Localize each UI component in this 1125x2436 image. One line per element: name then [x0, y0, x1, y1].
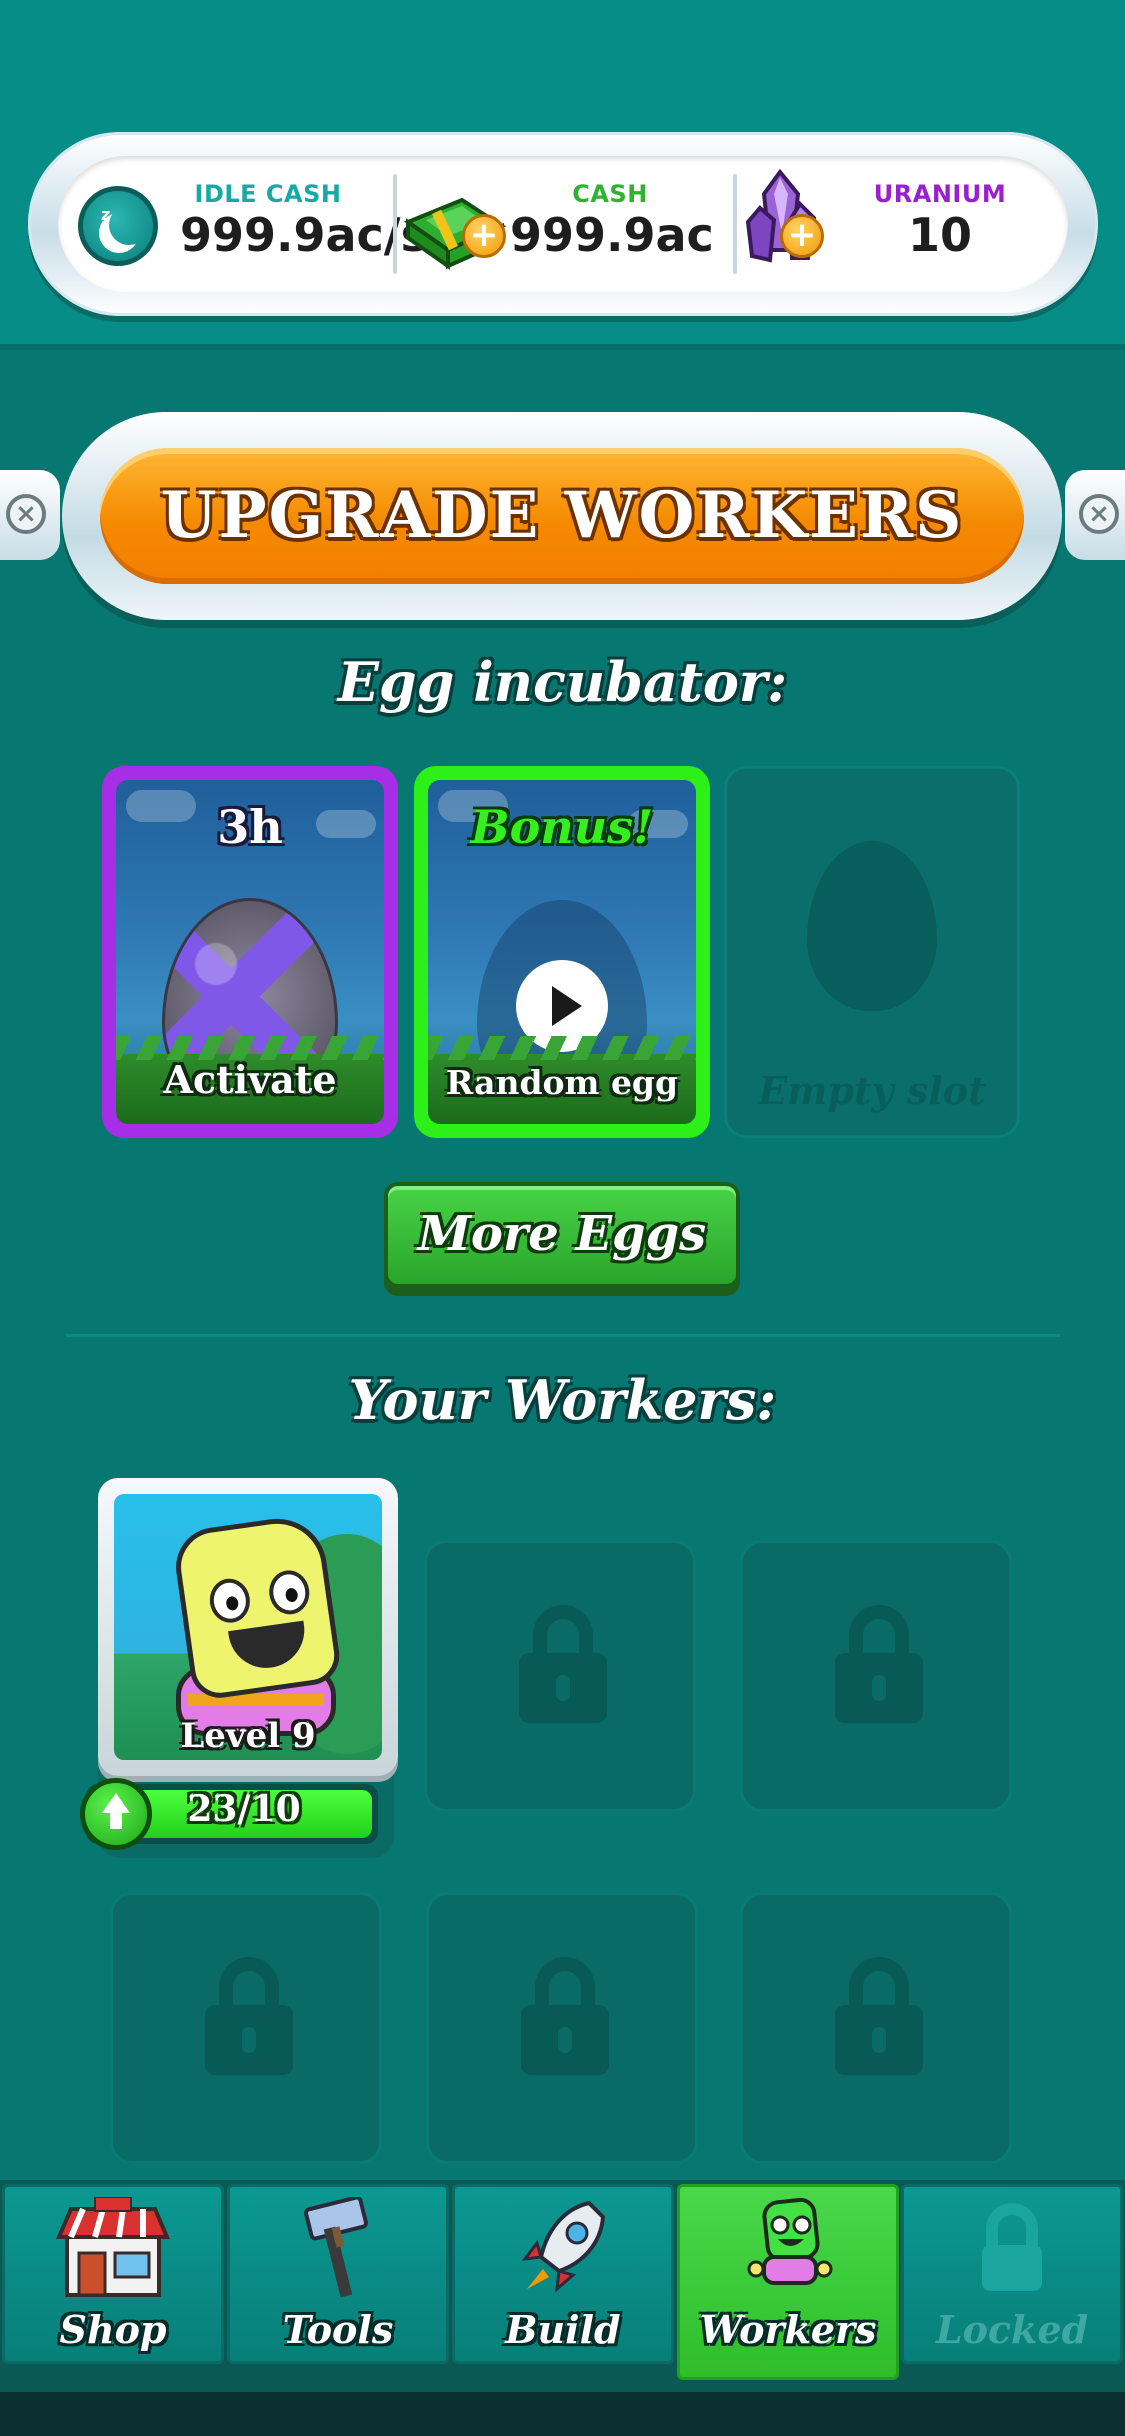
egg-scene: 3h Activate	[116, 780, 384, 1124]
worker-portrait: Level 9	[114, 1494, 382, 1760]
upgrade-arrow-icon[interactable]	[80, 1778, 152, 1850]
lock-icon	[982, 2203, 1042, 2291]
worker-head	[170, 1512, 344, 1702]
uranium-section[interactable]: + URANIUM 10	[740, 156, 1068, 292]
locked-worker-slot	[426, 1892, 698, 2164]
worker-eye	[266, 1567, 313, 1617]
add-cash-icon[interactable]: +	[462, 214, 506, 258]
worker-icon	[747, 2197, 833, 2285]
cash-section[interactable]: + CASH 999.9ac	[400, 156, 730, 292]
home-indicator-bar	[0, 2392, 1125, 2436]
close-icon[interactable]: ×	[1079, 494, 1119, 534]
idle-cash-label: IDLE CASH	[194, 180, 342, 208]
egg-slot-activate[interactable]: 3h Activate	[102, 766, 398, 1138]
worker-progress-bar[interactable]: 23/10	[80, 1778, 378, 1850]
uranium-label: URANIUM	[873, 180, 1007, 208]
egg-scene: Bonus! Random egg	[428, 780, 696, 1124]
worker-level: Level 9	[180, 1716, 316, 1756]
bonus-label: Bonus!	[470, 800, 654, 854]
worker-eye	[206, 1576, 253, 1626]
locked-worker-slot	[424, 1540, 696, 1812]
cash-value: 999.9ac	[510, 208, 714, 262]
activate-label: Activate	[163, 1057, 337, 1102]
nav-tab-workers[interactable]: Workers	[677, 2184, 899, 2380]
idle-cash-value: 999.9ac/s	[180, 208, 428, 262]
moon-icon: z	[78, 186, 158, 266]
egg-slot-bonus[interactable]: Bonus! Random egg	[414, 766, 710, 1138]
add-uranium-icon[interactable]: +	[780, 214, 824, 258]
more-eggs-button[interactable]: More Eggs	[384, 1182, 740, 1288]
worker-card[interactable]: Level 9	[98, 1478, 398, 1776]
shop-icon	[55, 2197, 171, 2297]
nav-tab-build[interactable]: Build	[452, 2184, 674, 2364]
nav-label: Shop	[59, 2307, 167, 2352]
progress-value: 23/10	[187, 1788, 301, 1830]
nav-tab-shop[interactable]: Shop	[2, 2184, 224, 2364]
locked-worker-slot	[740, 1892, 1012, 2164]
currency-bar: z IDLE CASH 999.9ac/s + CASH 999.9ac + U…	[28, 132, 1098, 316]
title-banner-inner: UPGRADE WORKERS	[100, 448, 1024, 584]
lock-icon	[835, 1957, 923, 2075]
lock-icon	[519, 1605, 607, 1723]
empty-slot-label: Empty slot	[758, 1068, 986, 1113]
title-banner: UPGRADE WORKERS	[62, 412, 1062, 620]
locked-worker-slot	[110, 1892, 382, 2164]
bottom-nav: Shop Tools Build Workers Locked	[0, 2180, 1125, 2392]
lock-icon	[835, 1605, 923, 1723]
egg-timer: 3h	[217, 800, 283, 854]
egg-incubator-heading: Egg incubator:	[337, 650, 788, 714]
currency-divider	[733, 174, 737, 274]
worker-mouth	[228, 1620, 310, 1673]
random-egg-label: Random egg	[445, 1063, 679, 1102]
lock-icon	[521, 1957, 609, 2075]
egg-silhouette-icon	[807, 841, 937, 1011]
nav-tab-tools[interactable]: Tools	[227, 2184, 449, 2364]
cash-label: CASH	[572, 180, 648, 208]
nav-tab-locked: Locked	[901, 2184, 1123, 2364]
close-icon[interactable]: ×	[6, 494, 46, 534]
locked-worker-slot	[740, 1540, 1012, 1812]
section-divider	[66, 1334, 1060, 1337]
lock-icon	[205, 1957, 293, 2075]
idle-cash-section: z IDLE CASH 999.9ac/s	[58, 156, 428, 292]
currency-inner: z IDLE CASH 999.9ac/s + CASH 999.9ac + U…	[58, 156, 1068, 292]
uranium-value: 10	[907, 208, 972, 262]
egg-slot-empty: Empty slot	[724, 766, 1020, 1138]
currency-divider	[393, 174, 397, 274]
nav-label: Build	[505, 2307, 621, 2352]
hammer-icon	[304, 2197, 368, 2298]
nav-label: Workers	[699, 2307, 877, 2352]
page-title: UPGRADE WORKERS	[160, 478, 964, 553]
your-workers-heading: Your Workers:	[348, 1368, 777, 1432]
nav-label: Locked	[935, 2307, 1089, 2352]
rocket-icon	[521, 2200, 606, 2293]
nav-label: Tools	[282, 2307, 394, 2352]
